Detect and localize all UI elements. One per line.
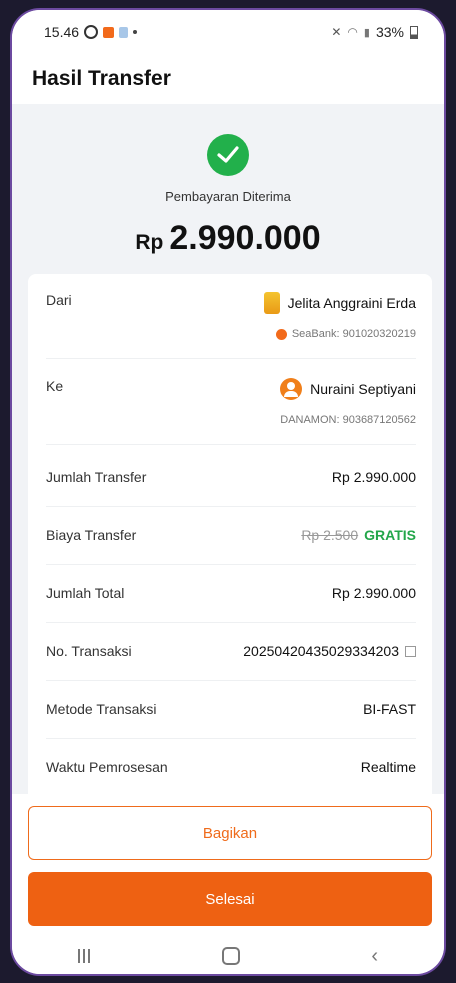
copy-icon[interactable] — [405, 646, 416, 657]
processing-time-value: Realtime — [360, 759, 416, 775]
status-time: 15.46 — [44, 24, 80, 40]
done-button[interactable]: Selesai — [28, 872, 432, 926]
signal-icon: ▮ — [363, 26, 370, 39]
back-icon[interactable]: ‹ — [371, 945, 378, 968]
notification-icon — [84, 25, 99, 39]
payment-summary: Pembayaran Diterima Rp 2.990.000 — [12, 104, 444, 274]
transfer-amount-label: Jumlah Transfer — [46, 469, 147, 485]
fee-free-badge: GRATIS — [364, 527, 416, 543]
bottom-actions: Bagikan Selesai ‹ — [12, 794, 444, 974]
method-label: Metode Transaksi — [46, 701, 157, 717]
share-button[interactable]: Bagikan — [28, 806, 432, 860]
wifi-icon: ◠ — [347, 25, 358, 39]
detail-row-processing-time: Waktu Pemrosesan Realtime — [46, 738, 416, 796]
recipient-name: Nuraini Septiyani — [310, 381, 416, 397]
amount-currency: Rp — [135, 231, 164, 254]
total-value: Rp 2.990.000 — [331, 585, 416, 601]
battery-icon — [410, 25, 418, 39]
detail-row-transaction-no: No. Transaksi 20250420435029334203 — [46, 622, 416, 681]
payment-amount: Rp 2.990.000 — [12, 219, 444, 258]
fee-original: Rp 2.500 — [301, 527, 359, 543]
total-label: Jumlah Total — [46, 585, 125, 601]
to-label: Ke — [46, 378, 64, 394]
success-check-icon — [207, 134, 249, 176]
payment-status-label: Pembayaran Diterima — [165, 189, 291, 204]
transfer-details-card: Dari Jelita Anggraini Erda SeaBank: 9010… — [28, 274, 432, 794]
more-notifications-dot — [133, 30, 138, 34]
recipient-avatar-icon — [280, 378, 303, 400]
app-bar: Hasil Transfer — [12, 54, 444, 104]
detail-row-fee: Biaya Transfer Rp 2.500 GRATIS — [46, 506, 416, 565]
detail-row-from: Dari Jelita Anggraini Erda SeaBank: 9010… — [46, 274, 416, 359]
detail-row-to: Ke Nuraini Septiyani DANAMON: 9036871205… — [46, 360, 416, 445]
battery-level: 33% — [375, 24, 404, 40]
detail-row-total: Jumlah Total Rp 2.990.000 — [46, 564, 416, 623]
seabank-notification-icon — [103, 26, 115, 38]
from-label: Dari — [46, 292, 72, 308]
status-bar: 15.46 ✕ ◠ ▮ 33% — [12, 10, 444, 54]
transfer-amount-value: Rp 2.990.000 — [331, 469, 416, 485]
processing-time-label: Waktu Pemrosesan — [46, 759, 168, 775]
fee-label: Biaya Transfer — [46, 527, 137, 543]
amount-value: 2.990.000 — [169, 219, 321, 257]
phone-screen: 15.46 ✕ ◠ ▮ 33% Hasil Transfer Pembayara… — [10, 8, 446, 976]
seabank-icon — [275, 328, 287, 340]
mute-icon: ✕ — [331, 25, 342, 39]
sender-account: SeaBank: 901020320219 — [291, 328, 416, 340]
transaction-no-label: No. Transaksi — [46, 643, 132, 659]
recipient-account: DANAMON: 903687120562 — [280, 414, 416, 426]
home-icon[interactable] — [221, 947, 240, 965]
app-notification-icon — [119, 26, 129, 38]
detail-row-transfer-amount: Jumlah Transfer Rp 2.990.000 — [46, 448, 416, 507]
page-title: Hasil Transfer — [32, 67, 171, 90]
method-value: BI-FAST — [363, 701, 416, 717]
transaction-no-value: 20250420435029334203 — [243, 643, 399, 659]
sender-name: Jelita Anggraini Erda — [287, 295, 416, 311]
system-nav-bar: ‹ — [12, 936, 444, 974]
detail-row-method: Metode Transaksi BI-FAST — [46, 680, 416, 739]
recents-icon[interactable] — [77, 949, 90, 963]
sender-avatar-icon — [263, 292, 280, 314]
